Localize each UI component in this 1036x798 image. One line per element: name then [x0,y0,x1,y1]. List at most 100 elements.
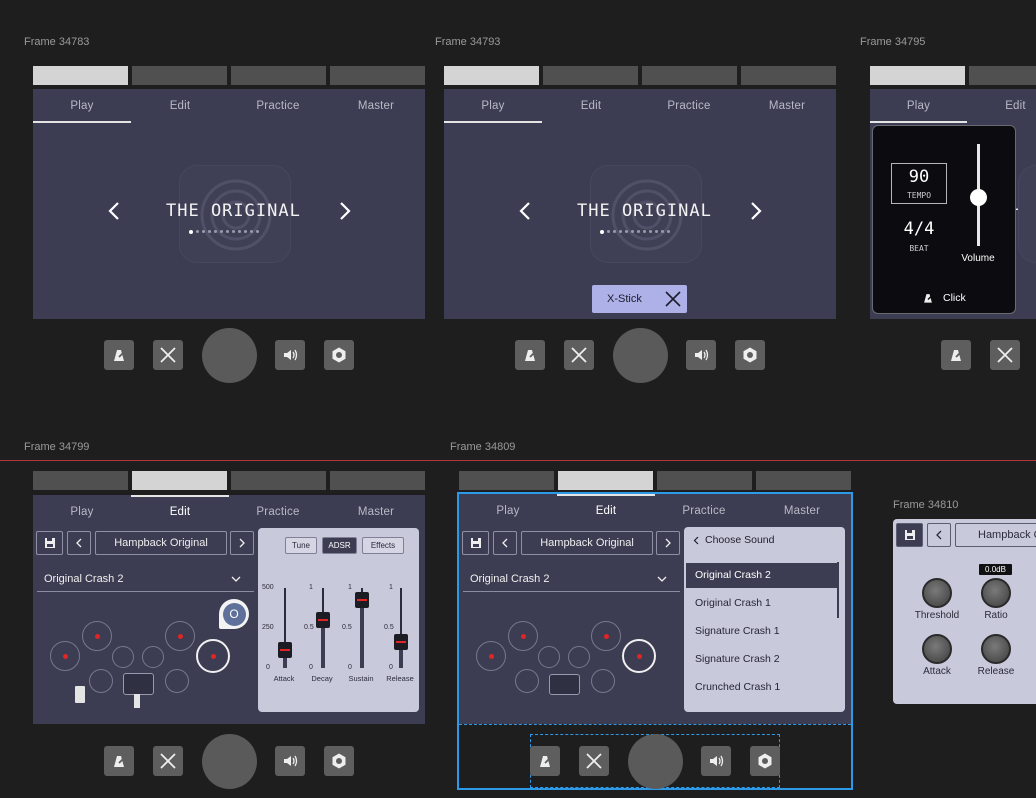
sticks-button[interactable] [579,746,609,776]
scale-tick: 1 [348,584,352,591]
edit-screen: Play Edit Practice Master Hampback Origi… [33,495,425,724]
drum-pad[interactable] [142,646,164,668]
tab-practice[interactable]: Practice [229,495,327,529]
attack-knob[interactable] [922,634,952,664]
tempo-box[interactable]: 90 TEMPO [891,163,947,204]
metronome-popup: 90 TEMPO 4/4 BEAT Volume Click [872,125,1016,314]
save-button[interactable] [36,531,63,555]
sticks-button[interactable] [153,340,183,370]
save-button[interactable] [896,523,923,547]
tab-master[interactable]: Master [327,495,425,529]
settings-button[interactable] [324,340,354,370]
next-arrow-icon[interactable] [339,202,351,220]
kit-previous-button[interactable] [927,523,951,547]
drum-pad[interactable] [165,669,189,693]
tempo-value: 90 [908,167,930,187]
tab-play[interactable]: Play [444,89,542,123]
drum-pad[interactable] [112,646,134,668]
volume-button[interactable] [275,746,305,776]
subtab-effects[interactable]: Effects [362,537,404,554]
tab-play[interactable]: Play [870,89,967,123]
tab-edit[interactable]: Edit [131,495,229,529]
crossed-sticks-icon [997,347,1013,363]
metronome-button[interactable] [104,340,134,370]
settings-button[interactable] [324,746,354,776]
sticks-button[interactable] [990,340,1020,370]
tab-play[interactable]: Play [33,89,131,123]
kit-name-display[interactable]: Hampback O [955,523,1036,547]
speaker-icon [284,349,298,361]
frame-label: Frame 34810 [893,499,959,511]
drum-pad[interactable] [50,641,80,671]
fader-label-release: Release [386,674,414,683]
drum-pad[interactable] [89,669,113,693]
main-play-button[interactable] [613,328,668,383]
fader-thumb-sustain[interactable] [355,592,369,608]
tab-master[interactable]: Master [327,89,425,123]
kit-next-button[interactable] [230,531,254,555]
tab-edit[interactable]: Edit [967,89,1036,123]
chevron-down-icon[interactable] [231,575,241,583]
previous-arrow-icon[interactable] [108,202,120,220]
fader-thumb-decay[interactable] [316,612,330,628]
tab-master[interactable]: Master [738,89,836,123]
drum-pad-selected[interactable] [196,639,230,673]
sound-dropdown[interactable]: Original Crash 2 [44,573,123,585]
tab-edit[interactable]: Edit [131,89,229,123]
ratio-knob[interactable] [981,578,1011,608]
tempo-label: TEMPO [906,191,932,200]
volume-button[interactable] [275,340,305,370]
volume-button[interactable] [701,746,731,776]
fader-thumb-release[interactable] [394,634,408,651]
chevron-right-icon [239,538,245,548]
previous-arrow-icon[interactable] [519,202,531,220]
tab-bar: Play Edit Practice Master [444,89,836,123]
tab-practice[interactable]: Practice [229,89,327,123]
volume-slider-thumb[interactable] [970,189,987,207]
fader-thumb-marker [396,641,406,644]
fader-thumb-attack[interactable] [278,642,292,659]
metronome-button[interactable] [530,746,560,776]
tab-practice[interactable]: Practice [640,89,738,123]
tab-play[interactable]: Play [33,495,131,529]
tab-edit[interactable]: Edit [542,89,640,123]
tab-bar: Play Edit Practice Master [33,89,425,123]
click-toggle[interactable]: Click [921,291,966,305]
knob-label-threshold: Threshold [914,610,960,621]
xstick-toast[interactable]: X-Stick [592,285,687,313]
selection-guide [459,724,851,725]
scale-tick: 250 [262,624,274,631]
settings-button[interactable] [735,340,765,370]
next-arrow-icon[interactable] [750,202,762,220]
subtab-adsr[interactable]: ADSR [322,537,357,554]
kit-title: THE ORIGINAL [577,201,712,221]
beat-value[interactable]: 4/4 [891,219,947,239]
hihat-pedal[interactable] [75,686,85,703]
threshold-knob[interactable] [922,578,952,608]
fader-label-decay: Decay [311,674,333,683]
scale-tick: 0 [266,664,270,671]
release-knob[interactable] [981,634,1011,664]
settings-button[interactable] [750,746,780,776]
page-indicator [33,471,425,490]
metronome-button[interactable] [941,340,971,370]
sticks-button[interactable] [153,746,183,776]
main-play-button[interactable] [202,328,257,383]
subtab-tune[interactable]: Tune [285,537,317,554]
drum-pad[interactable] [165,621,195,651]
kit-name-display[interactable]: Hampback Original [95,531,227,555]
metronome-button[interactable] [104,746,134,776]
kit-previous-button[interactable] [67,531,91,555]
kick-pad[interactable] [123,673,154,695]
metronome-button[interactable] [515,340,545,370]
main-play-button[interactable] [628,734,683,789]
drum-pad[interactable] [82,621,112,651]
metronome-icon [114,350,126,361]
knob-label-ratio: Ratio [984,610,1008,621]
volume-button[interactable] [686,340,716,370]
kick-pedal[interactable] [134,694,140,708]
divider [37,591,254,592]
fader-thumb-marker [280,649,290,652]
main-play-button[interactable] [202,734,257,789]
sticks-button[interactable] [564,340,594,370]
